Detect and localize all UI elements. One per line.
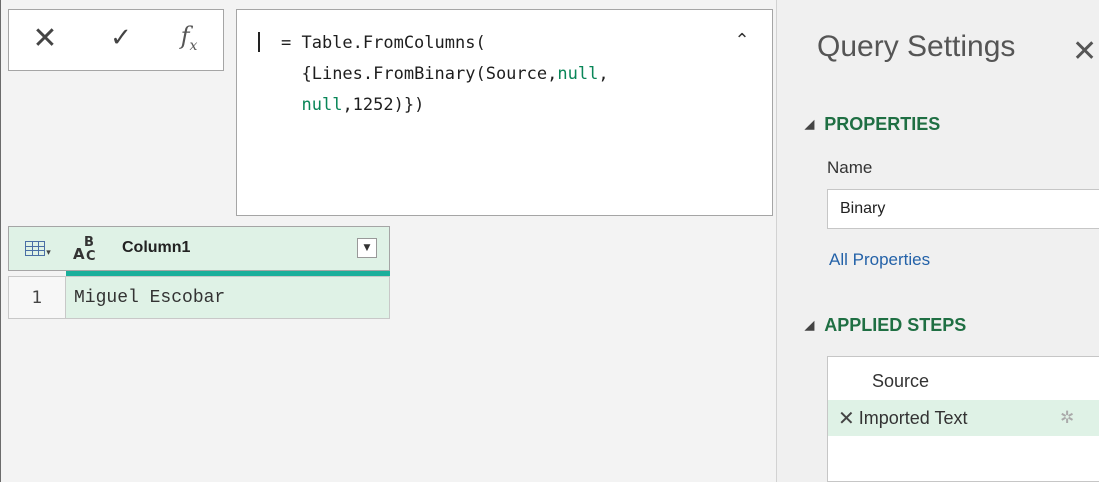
table-menu-button[interactable]: ▾ [9,227,67,270]
name-label: Name [827,158,873,177]
type-any-icon[interactable]: A B C [73,235,115,264]
formula-toolbar: ✕ ✓ fx [8,9,224,71]
step-imported-text[interactable]: ✕ Imported Text ✲ [828,400,1099,436]
applied-steps-section-header[interactable]: ◢ APPLIED STEPS [805,315,966,336]
caret-down-icon: ▾ [46,247,51,258]
formula-text[interactable]: = Table.FromColumns( {Lines.FromBinary(S… [281,28,609,121]
collapse-triangle-icon: ◢ [805,117,815,131]
fx-icon: fx [180,22,198,54]
close-panel-button[interactable]: ✕ [1072,34,1097,69]
column-header-label[interactable]: Column1 [122,239,190,257]
all-properties-link[interactable]: All Properties [829,250,930,270]
column-header-row: ▾ A B C Column1 ▼ [8,226,390,271]
step-source[interactable]: Source [828,363,1099,399]
column-filter-button[interactable]: ▼ [357,238,377,258]
gear-icon[interactable]: ✲ [1060,408,1074,428]
close-icon: ✕ [1072,34,1098,69]
text-cursor [258,32,260,52]
chevron-up-icon: ⌃ [734,30,750,51]
close-icon: ✕ [32,20,58,56]
collapse-triangle-icon: ◢ [805,318,815,332]
formula-bar[interactable]: = Table.FromColumns( {Lines.FromBinary(S… [236,9,773,216]
row-number[interactable]: 1 [8,276,66,319]
query-name-input[interactable]: Binary [827,189,1099,229]
delete-step-icon[interactable]: ✕ [838,406,855,431]
table-icon [25,241,46,256]
collapse-formula-button[interactable]: ⌃ [732,30,752,51]
cancel-formula-button[interactable]: ✕ [25,20,65,56]
insert-function-button[interactable]: fx [169,22,209,54]
panel-title: Query Settings [817,30,1016,63]
query-settings-panel: Query Settings ✕ ◢ PROPERTIES Name Binary… [776,0,1099,482]
checkmark-icon: ✓ [110,23,132,53]
applied-steps-list: Source ✕ Imported Text ✲ [827,356,1099,482]
commit-formula-button[interactable]: ✓ [101,22,141,54]
chevron-down-icon: ▼ [363,243,371,253]
editor-area: ✕ ✓ fx = Table.FromColumns( {Lines.FromB… [0,0,777,482]
properties-section-header[interactable]: ◢ PROPERTIES [805,114,940,135]
table-cell[interactable]: Miguel Escobar [66,276,390,319]
data-grid: ▾ A B C Column1 ▼ 1 Miguel Escobar [8,226,390,320]
